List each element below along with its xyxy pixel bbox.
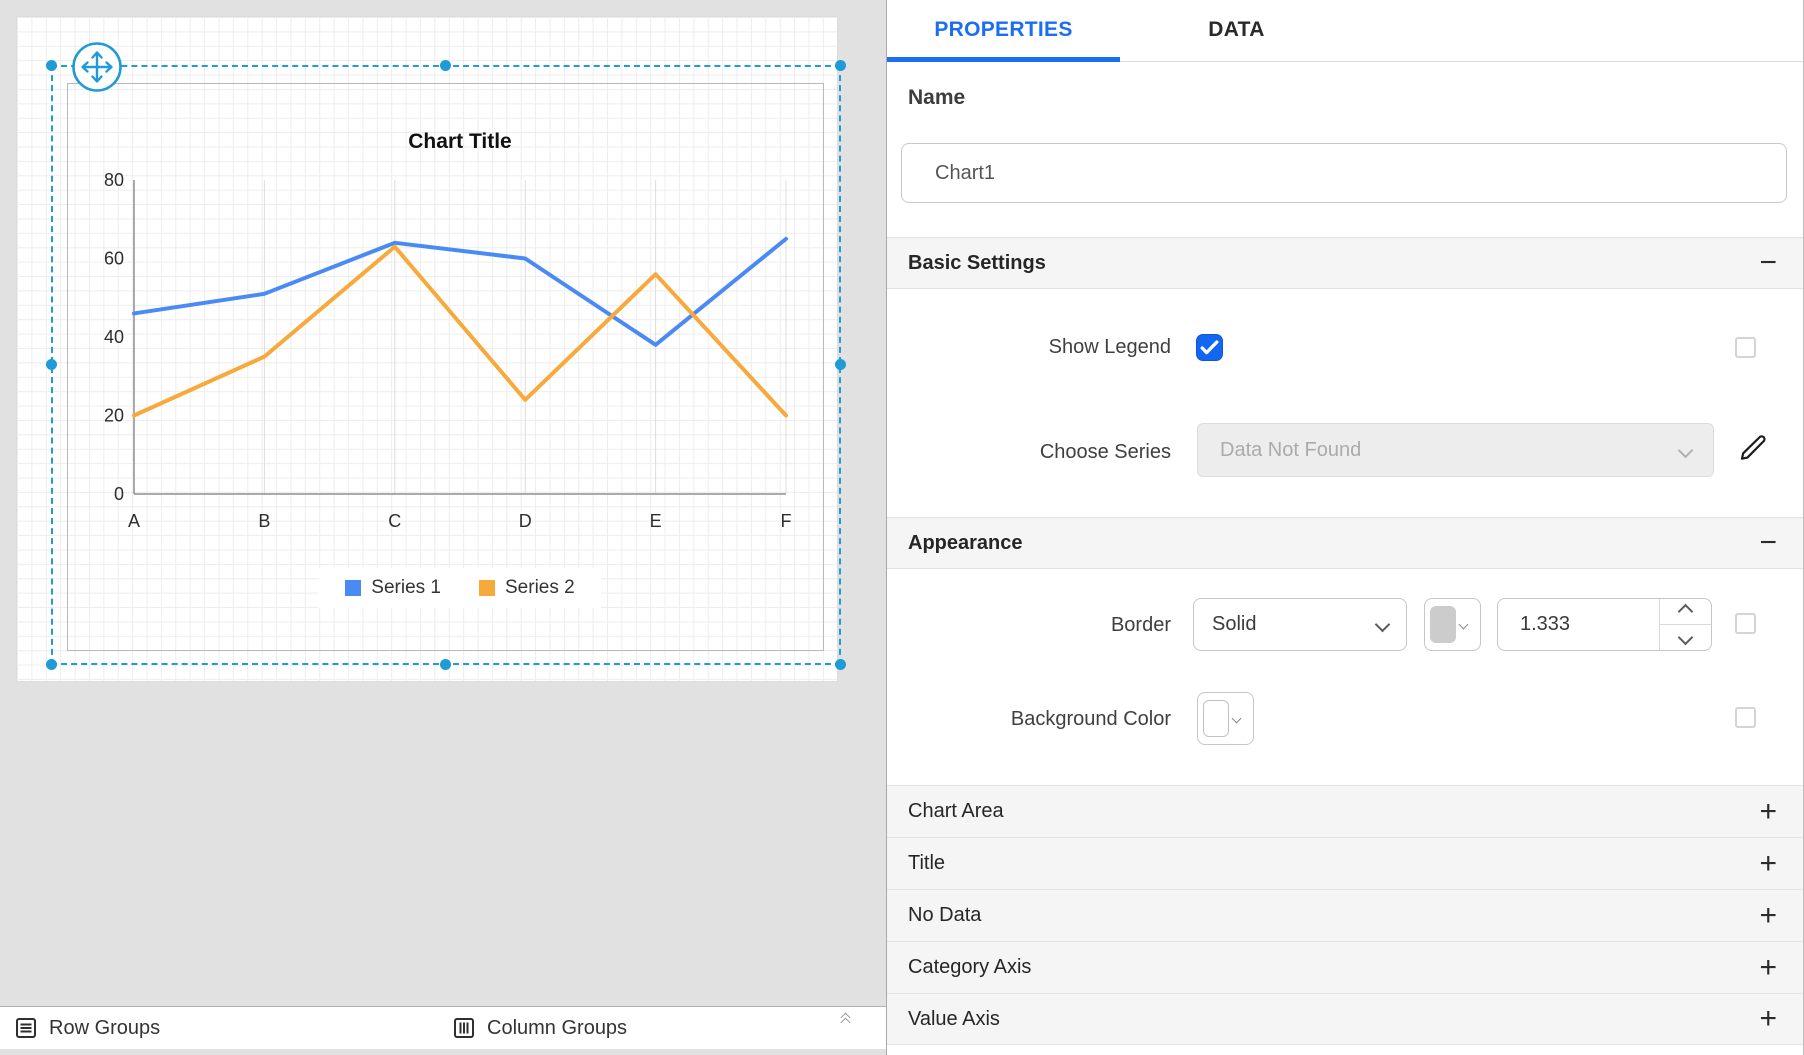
section-chart-area[interactable]: Chart Area + [887,785,1803,837]
background-color-label: Background Color [1010,708,1171,730]
grouping-footer-bar: Row Groups Column Groups [0,1006,886,1049]
chevron-up-icon [1677,603,1694,620]
show-legend-checkbox[interactable] [1196,334,1223,361]
tab-properties[interactable]: PROPERTIES [887,0,1120,61]
resize-handle-top-left[interactable] [46,60,57,71]
show-legend-label: Show Legend [1048,336,1171,358]
name-input[interactable] [901,143,1787,203]
row-groups-label: Row Groups [49,1016,161,1039]
selection-outline [46,60,846,670]
choose-series-dropdown[interactable]: Data Not Found [1197,423,1714,477]
row-groups-pane: Row Groups [14,1007,160,1049]
resize-handle-bottom-right[interactable] [835,659,846,670]
border-width-spinner [1659,599,1711,650]
section-title: Chart Area [908,800,1004,822]
report-page[interactable]: Chart Title 0 20 40 60 80 A B C D E F Series 1 Ser… [16,16,846,682]
border-style-value: Solid [1212,613,1257,635]
choose-series-label: Choose Series [1039,441,1171,463]
check-icon [1200,340,1219,355]
section-title: Appearance [908,531,1023,554]
border-expression-checkbox[interactable] [1735,613,1756,634]
chevron-down-icon [1374,616,1391,633]
section-title-settings[interactable]: Title + [887,837,1803,889]
expand-icon[interactable]: + [1759,952,1777,982]
border-style-dropdown[interactable]: Solid [1193,598,1407,651]
collapse-icon[interactable]: − [1759,528,1777,558]
column-groups-label: Column Groups [487,1016,628,1039]
section-basic-settings[interactable]: Basic Settings − [887,237,1803,289]
expand-icon[interactable]: + [1759,1004,1777,1034]
column-groups-icon [454,1018,474,1038]
spinner-up-button[interactable] [1660,599,1711,625]
border-label: Border [1110,614,1171,636]
choose-series-value: Data Not Found [1220,438,1362,461]
panel-tabbar: PROPERTIES DATA [887,0,1803,62]
spinner-down-button[interactable] [1660,625,1711,650]
border-width-input[interactable]: 1.333 [1497,598,1712,651]
design-canvas: Chart Title 0 20 40 60 80 A B C D E F Series 1 Ser… [0,0,887,1055]
show-legend-expression-checkbox[interactable] [1735,337,1756,358]
background-expression-checkbox[interactable] [1735,707,1756,728]
section-category-axis[interactable]: Category Axis + [887,941,1803,993]
expand-icon[interactable]: + [1759,796,1777,826]
section-value-axis[interactable]: Value Axis + [887,993,1803,1045]
name-label: Name [908,86,966,109]
properties-panel: PROPERTIES DATA Name Basic Settings − Sh… [887,0,1804,1055]
resize-handle-top-middle[interactable] [440,60,451,71]
border-width-value: 1.333 [1520,613,1571,635]
resize-handle-middle-left[interactable] [46,359,57,370]
resize-handle-middle-right[interactable] [835,359,846,370]
active-tab-indicator [887,57,1120,62]
background-color-picker[interactable] [1197,692,1254,745]
collapse-icon[interactable]: − [1759,248,1777,278]
resize-handle-top-right[interactable] [835,60,846,71]
chevron-down-icon [1231,713,1242,724]
section-title: No Data [908,904,982,926]
expand-icon[interactable]: + [1759,900,1777,930]
section-no-data[interactable]: No Data + [887,889,1803,941]
expand-icon[interactable]: + [1759,848,1777,878]
section-title: Value Axis [908,1007,1000,1030]
section-title: Basic Settings [908,251,1046,274]
resize-handle-bottom-middle[interactable] [440,659,451,670]
move-handle-icon[interactable] [71,41,123,93]
chevron-down-icon [1677,629,1694,646]
resize-handle-bottom-left[interactable] [46,659,57,670]
column-groups-pane: Column Groups [452,1007,627,1049]
edit-series-button[interactable] [1738,433,1769,464]
section-title: Title [908,852,946,874]
background-color-swatch [1203,700,1229,737]
section-appearance[interactable]: Appearance − [887,517,1803,569]
tab-data[interactable]: DATA [1120,0,1353,61]
chevron-down-icon [1458,619,1469,630]
section-title: Category Axis [908,956,1032,978]
chevron-down-icon [1677,442,1694,458]
border-color-swatch [1430,606,1456,643]
collapse-groups-button[interactable] [832,1012,858,1042]
row-groups-icon [16,1018,36,1038]
border-color-picker[interactable] [1424,598,1481,651]
